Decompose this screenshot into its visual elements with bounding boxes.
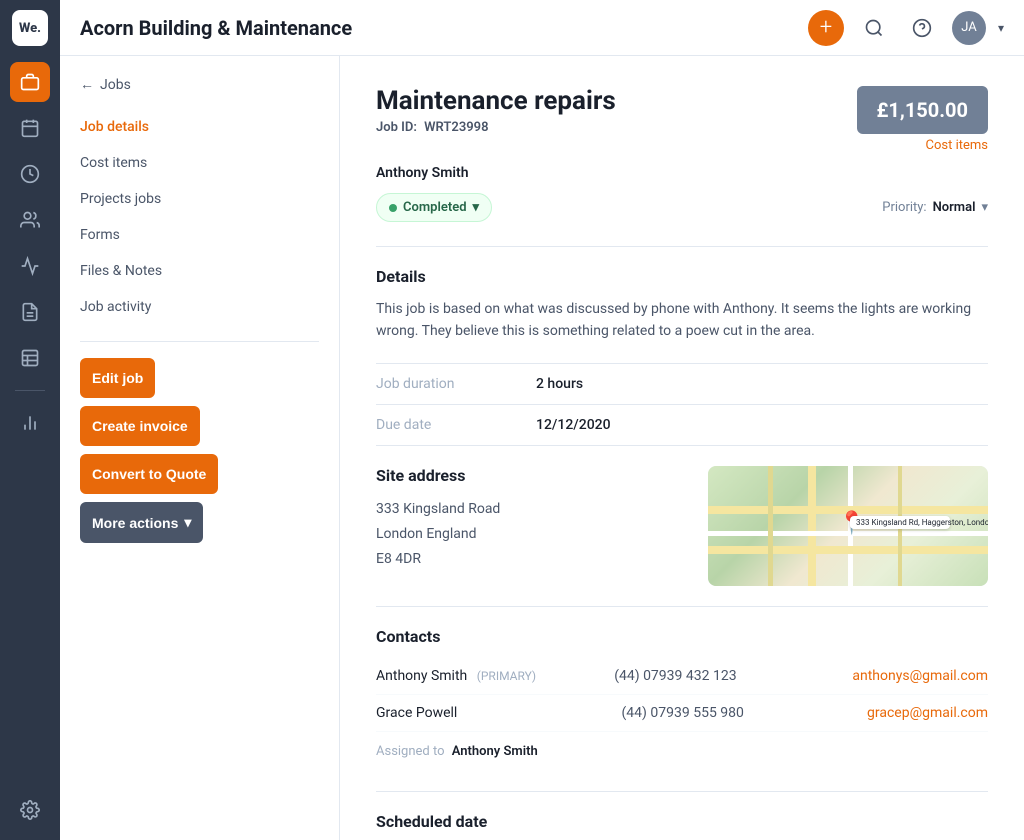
search-button[interactable] xyxy=(856,10,892,46)
contact-name-2: Grace Powell xyxy=(376,705,622,721)
priority-row: Priority: Normal ▾ xyxy=(882,200,988,215)
more-actions-button[interactable]: More actions ▾ xyxy=(80,502,203,543)
user-avatar[interactable]: JA xyxy=(952,11,986,45)
job-assignee: Anthony Smith xyxy=(376,165,988,181)
nav-bar-chart[interactable] xyxy=(10,403,50,443)
details-section-title: Details xyxy=(376,267,988,286)
avatar-chevron-icon[interactable]: ▾ xyxy=(998,21,1004,35)
nav-settings[interactable] xyxy=(10,790,50,830)
scheduled-title: Scheduled date xyxy=(376,812,988,831)
edit-job-button[interactable]: Edit job xyxy=(80,358,155,398)
job-id: Job ID: WRT23998 xyxy=(376,120,616,135)
nav-quotes[interactable] xyxy=(10,338,50,378)
contact-row: Anthony Smith (PRIMARY) (44) 07939 432 1… xyxy=(376,658,988,695)
sidebar-item-forms[interactable]: Forms xyxy=(60,217,339,253)
map-label: 333 Kingsland Rd, Haggerston, London... xyxy=(850,516,950,529)
sidebar-item-cost-items[interactable]: Cost items xyxy=(60,145,339,181)
contact-phone-1: (44) 07939 432 123 xyxy=(614,668,852,684)
contact-row-2: Grace Powell (44) 07939 555 980 gracep@g… xyxy=(376,695,988,732)
add-button[interactable]: + xyxy=(808,10,844,46)
app-logo: We. xyxy=(12,10,48,46)
assigned-row: Assigned to Anthony Smith xyxy=(376,732,988,771)
map[interactable]: 📍 333 Kingsland Rd, Haggerston, London..… xyxy=(708,466,988,586)
nav-calendar[interactable] xyxy=(10,108,50,148)
due-date-label: Due date xyxy=(376,417,536,433)
sidebar-item-projects-jobs[interactable]: Projects jobs xyxy=(60,181,339,217)
nav-analytics[interactable] xyxy=(10,246,50,286)
scheduled-section: Scheduled date 30 Aug, 2021 - 14:00 unti… xyxy=(376,791,988,840)
top-header: Acorn Building & Maintenance + JA ▾ xyxy=(60,0,1024,56)
job-price: £1,150.00 xyxy=(857,86,988,134)
create-invoice-button[interactable]: Create invoice xyxy=(80,406,200,446)
contacts-title: Contacts xyxy=(376,627,988,646)
contact-name-1: Anthony Smith (PRIMARY) xyxy=(376,668,614,684)
icon-bar-divider xyxy=(15,390,45,391)
status-badge[interactable]: Completed ▾ xyxy=(376,193,492,222)
icon-bar: We. xyxy=(0,0,60,840)
priority-chevron-icon[interactable]: ▾ xyxy=(981,200,988,215)
job-title: Maintenance repairs xyxy=(376,86,616,116)
contact-phone-2: (44) 07939 555 980 xyxy=(622,705,868,721)
sidebar-item-files-notes[interactable]: Files & Notes xyxy=(60,253,339,289)
duration-value: 2 hours xyxy=(536,376,583,392)
nav-invoices[interactable] xyxy=(10,292,50,332)
status-dot xyxy=(389,204,397,212)
main-content: Maintenance repairs Job ID: WRT23998 £1,… xyxy=(340,56,1024,840)
nav-users[interactable] xyxy=(10,200,50,240)
cost-items-link[interactable]: Cost items xyxy=(857,138,988,153)
priority-label: Priority: xyxy=(882,200,926,215)
back-to-jobs[interactable]: ← Jobs xyxy=(60,76,339,109)
help-button[interactable] xyxy=(904,10,940,46)
back-arrow-icon: ← xyxy=(80,76,94,93)
back-label: Jobs xyxy=(100,77,131,93)
status-chevron-icon: ▾ xyxy=(473,200,480,215)
company-name: Acorn Building & Maintenance xyxy=(80,16,796,40)
convert-to-quote-button[interactable]: Convert to Quote xyxy=(80,454,218,494)
sidebar-item-job-activity[interactable]: Job activity xyxy=(60,289,339,325)
sidebar: ← Jobs Job details Cost items Projects j… xyxy=(60,56,340,840)
priority-value: Normal xyxy=(933,200,976,215)
details-description: This job is based on what was discussed … xyxy=(376,298,988,343)
status-label: Completed xyxy=(403,200,467,215)
contact-email-1[interactable]: anthonys@gmail.com xyxy=(852,668,988,684)
sidebar-item-job-details[interactable]: Job details xyxy=(60,109,339,145)
contact-email-2[interactable]: gracep@gmail.com xyxy=(867,705,988,721)
nav-reports[interactable] xyxy=(10,154,50,194)
due-date-value: 12/12/2020 xyxy=(536,417,611,433)
sidebar-divider xyxy=(80,341,319,342)
site-address-title: Site address xyxy=(376,466,684,485)
duration-label: Job duration xyxy=(376,376,536,392)
divider-1 xyxy=(376,246,988,247)
nav-jobs[interactable] xyxy=(10,62,50,102)
chevron-down-icon: ▾ xyxy=(184,514,191,531)
site-address-text: 333 Kingsland Road London England E8 4DR xyxy=(376,497,684,573)
